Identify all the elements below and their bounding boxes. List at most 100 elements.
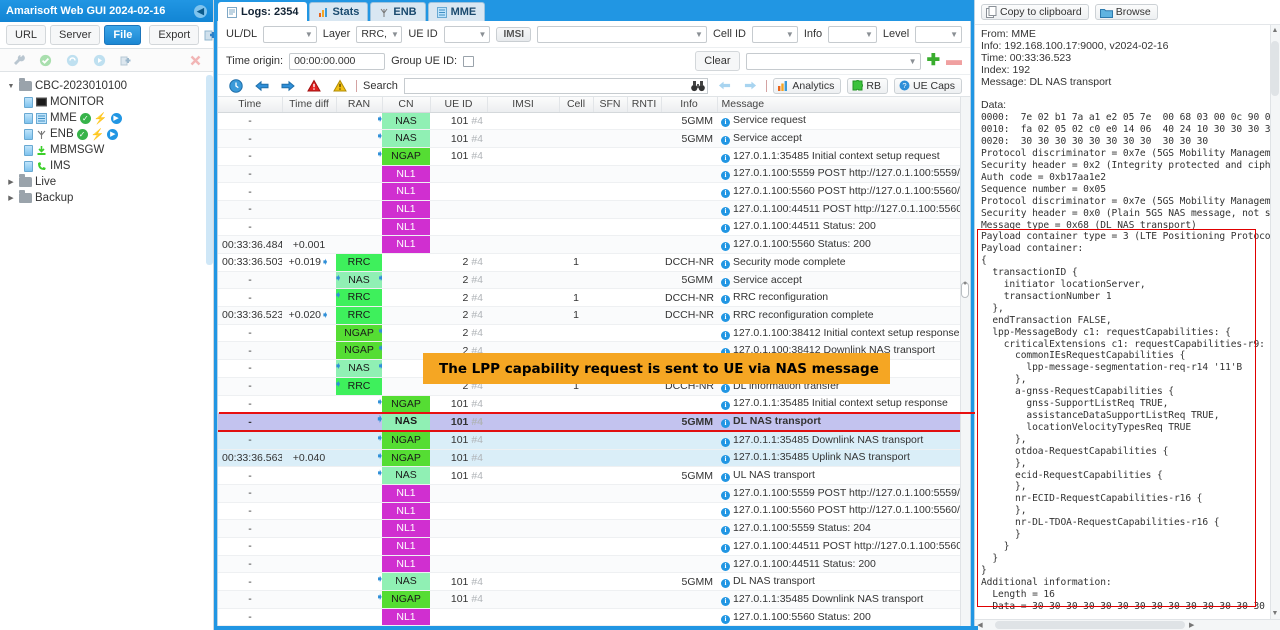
time-origin-input[interactable]: 00:00:00.000 <box>289 52 386 70</box>
uldl-select[interactable]: ▼ <box>263 25 317 43</box>
table-row[interactable]: - ➧NAS101 #4 5GMMiDL NAS transport <box>218 572 970 592</box>
tab-logs[interactable]: Logs: 2354 <box>218 2 308 21</box>
table-row[interactable]: 00:33:36.563+0.040➧NGAP101 #4 i127.0.1.1:… <box>218 449 970 468</box>
table-row[interactable]: - ➧NGAP101 #4 i127.0.1.1:35485 Initial con… <box>218 395 970 414</box>
preset-select[interactable]: ▼ <box>745 52 921 70</box>
play-circle-icon[interactable] <box>89 50 109 70</box>
check-circle-icon[interactable] <box>35 50 55 70</box>
table-row[interactable]: 00:33:36.503 +0.019➧ RRC 2 #4 1 DCCH-NR i Secur… <box>218 253 970 272</box>
tab-stats[interactable]: Stats <box>309 2 369 21</box>
table-row[interactable]: - ➧NGAP101 #4 i127.0.1.1:35485 Downlink NA… <box>218 429 970 450</box>
back-arrow-icon[interactable] <box>252 76 272 96</box>
tree-item-monitor[interactable]: MONITOR <box>4 94 213 110</box>
scroll-down-arrow-icon[interactable]: ▼ <box>1271 610 1279 617</box>
col-time[interactable]: Time <box>218 97 283 113</box>
table-row[interactable]: - NL1➧ i127.0.1.100:44511 POST http://127.… <box>218 537 970 556</box>
table-row[interactable]: - ➧NGAP101 #4 i127.0.1.1:35485 Downlink NA… <box>218 590 970 609</box>
tree-item-live[interactable]: ▶ Live <box>4 174 213 190</box>
table-row[interactable]: - NL1➧ i127.0.1.100:44511 Status: 200 <box>218 555 970 574</box>
cellid-select[interactable]: ▼ <box>751 25 798 43</box>
forward-arrow-icon[interactable] <box>278 76 298 96</box>
server-button[interactable]: Server <box>50 25 101 45</box>
analytics-button[interactable]: Analytics <box>773 77 842 94</box>
col-cn[interactable]: CN <box>382 97 431 113</box>
detail-hscrollbar[interactable]: ◀ ▶ <box>975 619 1280 630</box>
group-ue-checkbox[interactable] <box>463 55 475 67</box>
layer-select[interactable]: RRC, ▼ <box>356 25 403 43</box>
uecaps-button[interactable]: ? UE Caps <box>893 77 962 94</box>
info-select[interactable]: ▼ <box>828 25 877 43</box>
table-row[interactable]: - NL1➧ i127.0.1.100:5559 Status: 204 <box>218 519 970 538</box>
table-row[interactable]: 00:33:36.484+0.001 NL1➧ i127.0.1.100:5560 … <box>218 235 970 254</box>
table-row[interactable]: - NL1➧ i127.0.1.100:5560 POST http://127.0… <box>218 182 970 201</box>
table-row[interactable]: - ➧NAS101 #4 5GMMiUL NAS transport <box>218 466 970 485</box>
tree-item-ims[interactable]: IMS <box>4 158 213 174</box>
chevron-right-icon[interactable]: ▶ <box>6 194 16 202</box>
clear-button[interactable]: Clear <box>695 51 740 71</box>
chevron-left-icon[interactable]: ◀ <box>194 4 207 18</box>
clock-icon[interactable] <box>226 76 246 96</box>
play-circle-icon[interactable]: ▶ <box>107 128 119 140</box>
table-row[interactable]: - ➧NAS101 #4 5GMMiService request <box>218 112 970 131</box>
table-row[interactable]: - NL1➧ i127.0.1.100:44511 Status: 200 <box>218 218 970 237</box>
table-row[interactable]: - NL1➧ i127.0.1.100:5560 Status: 200 <box>218 608 970 626</box>
col-ueid[interactable]: UE ID <box>430 97 488 113</box>
tree-item-backup[interactable]: ▶ Backup <box>4 190 213 206</box>
table-row[interactable]: - NGAP➧ 2 #4 i127.0.1.100:38412 Initial con… <box>218 324 970 343</box>
table-scrollbar[interactable] <box>960 97 970 626</box>
minus-icon[interactable]: ▬ <box>946 53 962 69</box>
col-ran[interactable]: RAN <box>336 97 383 113</box>
file-button[interactable]: File <box>104 25 142 45</box>
url-button[interactable]: URL <box>6 25 47 45</box>
wrench-icon[interactable] <box>8 50 28 70</box>
scroll-up-arrow-icon[interactable]: ▲ <box>1271 27 1279 34</box>
table-row[interactable]: - NL1➧ i127.0.1.100:5560 POST http://127.0… <box>218 502 970 521</box>
table-row[interactable]: - NL1➧ i127.0.1.100:44511 POST http://127.… <box>218 200 970 219</box>
next-arrow-icon[interactable] <box>740 76 760 96</box>
col-info[interactable]: Info <box>661 97 718 113</box>
add-icon[interactable] <box>116 50 136 70</box>
sidebar-scrollbar[interactable] <box>206 75 213 265</box>
table-row[interactable]: - ➧NAS➧ 2 #4 5GMMiService accept <box>218 271 970 290</box>
tree-item-cbc[interactable]: ▼ CBC-2023010100 <box>4 78 213 94</box>
col-cell[interactable]: Cell <box>559 97 594 113</box>
play-circle-icon[interactable]: ▶ <box>110 112 122 124</box>
col-sfn[interactable]: SFN <box>593 97 628 113</box>
table-row[interactable]: - ➧NAS101 #4 5GMMiDL NAS transport <box>218 412 970 432</box>
export-button[interactable]: Export <box>149 25 200 45</box>
ueid-select[interactable]: ▼ <box>443 25 491 43</box>
table-row[interactable]: - ➧RRC 2 #4 1 DCCH-NRiRRC reconfiguration <box>218 288 970 308</box>
col-rnti[interactable]: RNTI <box>627 97 662 113</box>
rb-button[interactable]: RB <box>847 77 888 94</box>
table-row[interactable]: - NL1➧ i127.0.1.100:5559 POST http://127.0… <box>218 165 970 184</box>
detail-hscroll-thumb[interactable] <box>995 621 1185 629</box>
tree-item-enb[interactable]: ENB ✓ ⚡ ▶ <box>4 126 213 142</box>
tab-enb[interactable]: ENB <box>370 2 426 21</box>
detail-vscrollbar[interactable]: ▲ ▼ <box>1270 25 1280 619</box>
table-scroll-thumb[interactable] <box>961 280 969 298</box>
refresh-icon[interactable] <box>62 50 82 70</box>
warning-triangle-icon[interactable] <box>330 76 350 96</box>
chevron-right-icon[interactable]: ▶ <box>6 178 16 186</box>
tab-mme[interactable]: MME <box>427 2 486 21</box>
prev-arrow-icon[interactable] <box>714 76 734 96</box>
level-select[interactable]: ▼ <box>915 25 963 43</box>
table-row[interactable]: - ➧NAS101 #4 5GMMiService accept <box>218 129 970 148</box>
imsi-button[interactable]: IMSI <box>496 26 532 42</box>
error-triangle-icon[interactable] <box>304 76 324 96</box>
chevron-down-icon[interactable]: ▼ <box>6 83 16 90</box>
col-message[interactable]: Message <box>717 97 970 113</box>
copy-to-clipboard-button[interactable]: Copy to clipboard <box>981 4 1089 20</box>
browse-button[interactable]: Browse <box>1094 4 1158 20</box>
imsi-select[interactable]: ▼ <box>537 25 707 43</box>
col-imsi[interactable]: IMSI <box>487 97 560 113</box>
tree-item-mbmsgw[interactable]: MBMSGW <box>4 142 213 158</box>
tree-item-mme[interactable]: MME ✓ ⚡ ▶ <box>4 110 213 126</box>
detail-scroll-thumb[interactable] <box>1271 41 1279 96</box>
table-row[interactable]: - ➧NGAP101 #4 i127.0.1.1:35485 Initial con… <box>218 147 970 166</box>
plus-icon[interactable]: ✚ <box>927 53 940 69</box>
scroll-right-arrow-icon[interactable]: ▶ <box>1189 621 1194 629</box>
search-input[interactable] <box>403 77 709 94</box>
table-row[interactable]: - NL1➧ i127.0.1.100:5559 POST http://127.0… <box>218 484 970 503</box>
table-row[interactable]: 00:33:36.523 +0.020➧ RRC 2 #4 1 DCCH-NR i RRC r… <box>218 306 970 325</box>
